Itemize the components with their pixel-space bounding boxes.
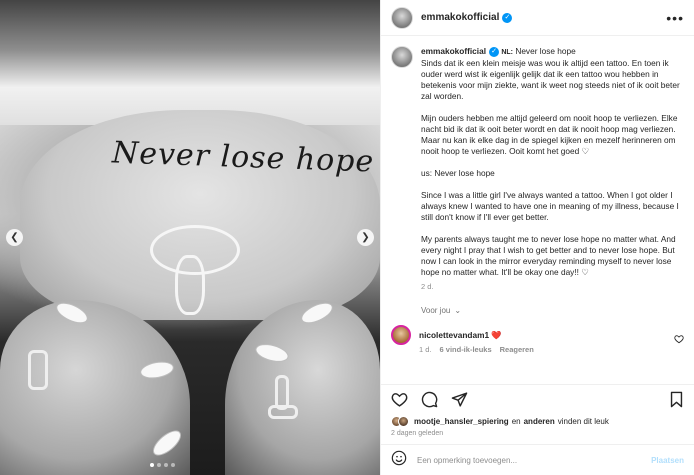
chevron-down-icon: ⌄ xyxy=(454,306,462,315)
caption-row: emmakokofficial ✓ NL: Never lose hope Sin… xyxy=(391,46,684,292)
comment-button[interactable] xyxy=(419,390,439,410)
photo-ring xyxy=(28,350,48,390)
comment-likes[interactable]: 6 vind-ik-leuks xyxy=(440,345,492,354)
chevron-left-icon: ❮ xyxy=(10,232,19,243)
caption: emmakokofficial ✓ NL: Never lose hope Sin… xyxy=(421,46,684,292)
action-bar xyxy=(381,384,694,414)
chevron-right-icon: ❯ xyxy=(361,232,370,243)
emoji-smile-icon[interactable] xyxy=(391,450,407,471)
comment: nicolettevandam1 ❤️ 1 d. 6 vind-ik-leuks… xyxy=(391,325,684,354)
comment-icon xyxy=(421,391,437,408)
caption-avatar[interactable] xyxy=(391,46,413,68)
verified-badge-icon: ✓ xyxy=(502,12,513,23)
caption-username[interactable]: emmakokofficial xyxy=(421,46,486,56)
post-comment-button[interactable]: Plaatsen xyxy=(651,456,684,465)
carousel-indicator xyxy=(150,463,175,467)
caption-time: 2 d. xyxy=(421,282,434,291)
photo-hand-right xyxy=(225,300,380,475)
photo-ring xyxy=(268,405,298,419)
paper-plane-icon xyxy=(451,392,467,407)
comment-username[interactable]: nicolettevandam1 xyxy=(419,330,489,340)
bookmark-icon xyxy=(670,391,682,408)
comment-input[interactable] xyxy=(417,455,642,465)
caption-line: us: Never lose hope xyxy=(421,168,495,178)
save-button[interactable] xyxy=(666,390,686,410)
likes-summary: mootje_hansler_spiering en anderen vinde… xyxy=(381,414,694,428)
caption-line: Sinds dat ik een klein meisje was wou ik… xyxy=(421,58,680,101)
caption-lang-tag: NL: xyxy=(501,49,514,56)
comment-reply-button[interactable]: Reageren xyxy=(500,345,534,354)
instagram-post-modal: Never lose hope ❮ ❯ emmakokofficial ✓ ••… xyxy=(0,0,694,475)
for-you-toggle[interactable]: Voor jou ⌄ xyxy=(421,306,684,315)
add-comment-bar: Plaatsen xyxy=(381,444,694,475)
post-side-panel: emmakokofficial ✓ ••• emmakokofficial ✓ N… xyxy=(380,0,694,475)
likes-others-link[interactable]: anderen xyxy=(524,417,555,426)
caption-line: My parents always taught me to never los… xyxy=(421,234,676,277)
liker-username[interactable]: mootje_hansler_spiering xyxy=(414,417,509,426)
comment-text: ❤️ xyxy=(491,330,502,340)
heart-icon xyxy=(391,393,407,407)
caption-line: Since I was a little girl I've always wa… xyxy=(421,190,679,222)
carousel-dot xyxy=(164,463,168,467)
carousel-next-button[interactable]: ❯ xyxy=(357,229,374,246)
heart-outline-icon[interactable] xyxy=(674,334,684,346)
comment-meta: 1 d. 6 vind-ik-leuks Reageren xyxy=(419,345,666,354)
posted-ago: 2 dagen geleden xyxy=(391,430,444,437)
header-username[interactable]: emmakokofficial xyxy=(421,12,499,23)
comment-avatar[interactable] xyxy=(391,325,411,345)
carousel-dot xyxy=(157,463,161,467)
carousel-prev-button[interactable]: ❮ xyxy=(6,229,23,246)
comment-time: 1 d. xyxy=(419,345,432,354)
for-you-label: Voor jou xyxy=(421,306,451,315)
liker-avatar xyxy=(398,415,409,427)
photo-tube xyxy=(175,255,205,315)
post-header: emmakokofficial ✓ ••• xyxy=(381,0,694,36)
avatar[interactable] xyxy=(391,6,413,29)
comments-scroll-area[interactable]: emmakokofficial ✓ NL: Never lose hope Sin… xyxy=(381,36,694,384)
carousel-dot xyxy=(150,463,154,467)
more-horizontal-icon[interactable]: ••• xyxy=(666,10,684,26)
like-button[interactable] xyxy=(389,390,409,410)
carousel-dot xyxy=(171,463,175,467)
caption-line: Mijn ouders hebben me altijd geleerd om … xyxy=(421,113,678,156)
verified-badge-icon: ✓ xyxy=(489,46,500,57)
caption-line: Never lose hope xyxy=(515,46,576,56)
likes-conj: en xyxy=(511,416,521,426)
share-button[interactable] xyxy=(449,390,469,410)
likes-tail: vinden dit leuk xyxy=(557,416,609,426)
photo-top-shade xyxy=(0,0,380,125)
post-photo[interactable]: Never lose hope ❮ ❯ xyxy=(0,0,380,475)
